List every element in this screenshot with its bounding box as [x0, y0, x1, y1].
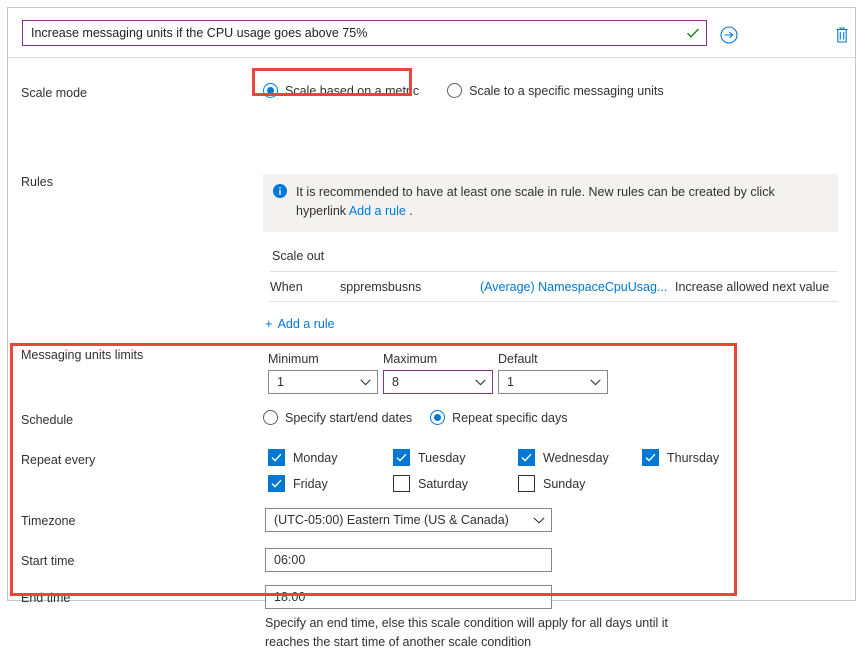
- chevron-down-icon: [475, 379, 486, 386]
- add-rule-label: Add a rule: [277, 316, 335, 331]
- default-label: Default: [498, 352, 538, 366]
- radio-label-start-end: Specify start/end dates: [285, 410, 413, 425]
- scale-out-rule-table: Scale out When sppremsbusns (Average) Na…: [270, 247, 838, 302]
- condition-name-value: Increase messaging units if the CPU usag…: [31, 26, 368, 40]
- radio-scale-based-on-metric[interactable]: Scale based on a metric: [263, 83, 419, 98]
- checkbox-indicator-saturday[interactable]: [393, 475, 410, 492]
- checkbox-indicator-thursday[interactable]: [642, 449, 659, 466]
- rule-action: Increase allowed next value: [675, 279, 830, 294]
- schedule-label: Schedule: [21, 413, 74, 427]
- checkbox-label-thursday: Thursday: [667, 450, 720, 465]
- checkbox-label-tuesday: Tuesday: [418, 450, 466, 465]
- default-units-block: Default 1: [498, 352, 608, 394]
- radio-indicator-metric[interactable]: [263, 83, 278, 98]
- chevron-down-icon: [360, 379, 371, 386]
- checkbox-indicator-monday[interactable]: [268, 449, 285, 466]
- end-time-input[interactable]: 18:00: [265, 585, 552, 609]
- checkbox-label-friday: Friday: [293, 476, 328, 491]
- radio-specify-start-end-dates[interactable]: Specify start/end dates: [263, 410, 412, 425]
- repeat-every-label: Repeat every: [21, 453, 96, 467]
- maximum-units-dropdown[interactable]: 8: [383, 370, 493, 394]
- radio-label-repeat-days: Repeat specific days: [452, 410, 568, 425]
- minimum-units-value: 1: [277, 375, 284, 389]
- default-units-dropdown[interactable]: 1: [498, 370, 608, 394]
- trash-icon[interactable]: [834, 26, 850, 44]
- rules-label: Rules: [21, 175, 53, 189]
- timezone-label: Timezone: [21, 514, 76, 528]
- minimum-label: Minimum: [268, 352, 319, 366]
- rules-info-text: It is recommended to have at least one s…: [296, 183, 828, 222]
- checkbox-sunday[interactable]: Sunday: [518, 475, 585, 492]
- start-time-input[interactable]: 06:00: [265, 548, 552, 572]
- rules-info-text-part2: .: [405, 204, 413, 219]
- end-time-helper-text: Specify an end time, else this scale con…: [265, 616, 668, 650]
- default-units-value: 1: [507, 375, 514, 389]
- timezone-value: (UTC-05:00) Eastern Time (US & Canada): [274, 513, 509, 527]
- scale-out-title: Scale out: [270, 247, 838, 272]
- checkbox-thursday[interactable]: Thursday: [642, 449, 719, 466]
- checkbox-label-wednesday: Wednesday: [543, 450, 609, 465]
- chevron-down-icon: [533, 516, 545, 524]
- checkbox-label-sunday: Sunday: [543, 476, 586, 491]
- check-icon: [686, 26, 700, 40]
- checkbox-saturday[interactable]: Saturday: [393, 475, 468, 492]
- scale-mode-radio-group[interactable]: Scale based on a metric Scale to a speci…: [263, 83, 680, 98]
- schedule-radio-group[interactable]: Specify start/end dates Repeat specific …: [263, 410, 584, 425]
- rules-info-banner: It is recommended to have at least one s…: [263, 174, 838, 232]
- table-row[interactable]: When sppremsbusns (Average) NamespaceCpu…: [270, 272, 838, 302]
- checkbox-indicator-wednesday[interactable]: [518, 449, 535, 466]
- condition-name-input[interactable]: Increase messaging units if the CPU usag…: [22, 20, 707, 46]
- checkbox-label-saturday: Saturday: [418, 476, 469, 491]
- add-a-rule-link[interactable]: Add a rule: [349, 204, 406, 218]
- radio-indicator-start-end[interactable]: [263, 410, 278, 425]
- radio-repeat-specific-days[interactable]: Repeat specific days: [430, 410, 568, 425]
- checkbox-friday[interactable]: Friday: [268, 475, 328, 492]
- minimum-units-dropdown[interactable]: 1: [268, 370, 378, 394]
- maximum-label: Maximum: [383, 352, 438, 366]
- messaging-units-limits-label: Messaging units limits: [21, 348, 144, 362]
- arrow-right-circle-icon[interactable]: [720, 26, 738, 44]
- radio-indicator-repeat-days[interactable]: [430, 410, 446, 425]
- radio-scale-specific-units[interactable]: Scale to a specific messaging units: [447, 83, 664, 98]
- plus-icon: +: [265, 316, 273, 331]
- maximum-units-block: Maximum 8: [383, 352, 493, 394]
- checkbox-label-monday: Monday: [293, 450, 338, 465]
- info-icon: [273, 184, 287, 222]
- chevron-down-icon: [590, 379, 601, 386]
- condition-header: Increase messaging units if the CPU usag…: [8, 8, 855, 58]
- checkbox-indicator-friday[interactable]: [268, 475, 285, 492]
- rule-metric-link[interactable]: (Average) NamespaceCpuUsag...: [480, 280, 675, 294]
- scale-condition-card: Increase messaging units if the CPU usag…: [7, 7, 856, 649]
- minimum-units-block: Minimum 1: [268, 352, 378, 394]
- scale-mode-label: Scale mode: [21, 86, 88, 100]
- checkbox-monday[interactable]: Monday: [268, 449, 337, 466]
- checkbox-indicator-tuesday[interactable]: [393, 449, 410, 466]
- checkbox-tuesday[interactable]: Tuesday: [393, 449, 465, 466]
- timezone-dropdown[interactable]: (UTC-05:00) Eastern Time (US & Canada): [265, 508, 552, 532]
- end-time-value: 18:00: [274, 590, 306, 604]
- scale-condition-body: Scale mode Scale based on a metric Scale…: [8, 58, 855, 649]
- start-time-label: Start time: [21, 554, 75, 568]
- maximum-units-value: 8: [392, 375, 399, 389]
- radio-label-specific: Scale to a specific messaging units: [469, 83, 664, 98]
- end-time-label: End time: [21, 591, 71, 605]
- rule-resource: sppremsbusns: [340, 279, 422, 294]
- start-time-value: 06:00: [274, 553, 306, 567]
- checkbox-wednesday[interactable]: Wednesday: [518, 449, 609, 466]
- add-rule-button[interactable]: + Add a rule: [265, 316, 335, 331]
- radio-indicator-specific[interactable]: [447, 83, 463, 98]
- checkbox-indicator-sunday[interactable]: [518, 475, 535, 492]
- rule-when: When: [270, 279, 303, 294]
- radio-label-metric: Scale based on a metric: [285, 83, 420, 98]
